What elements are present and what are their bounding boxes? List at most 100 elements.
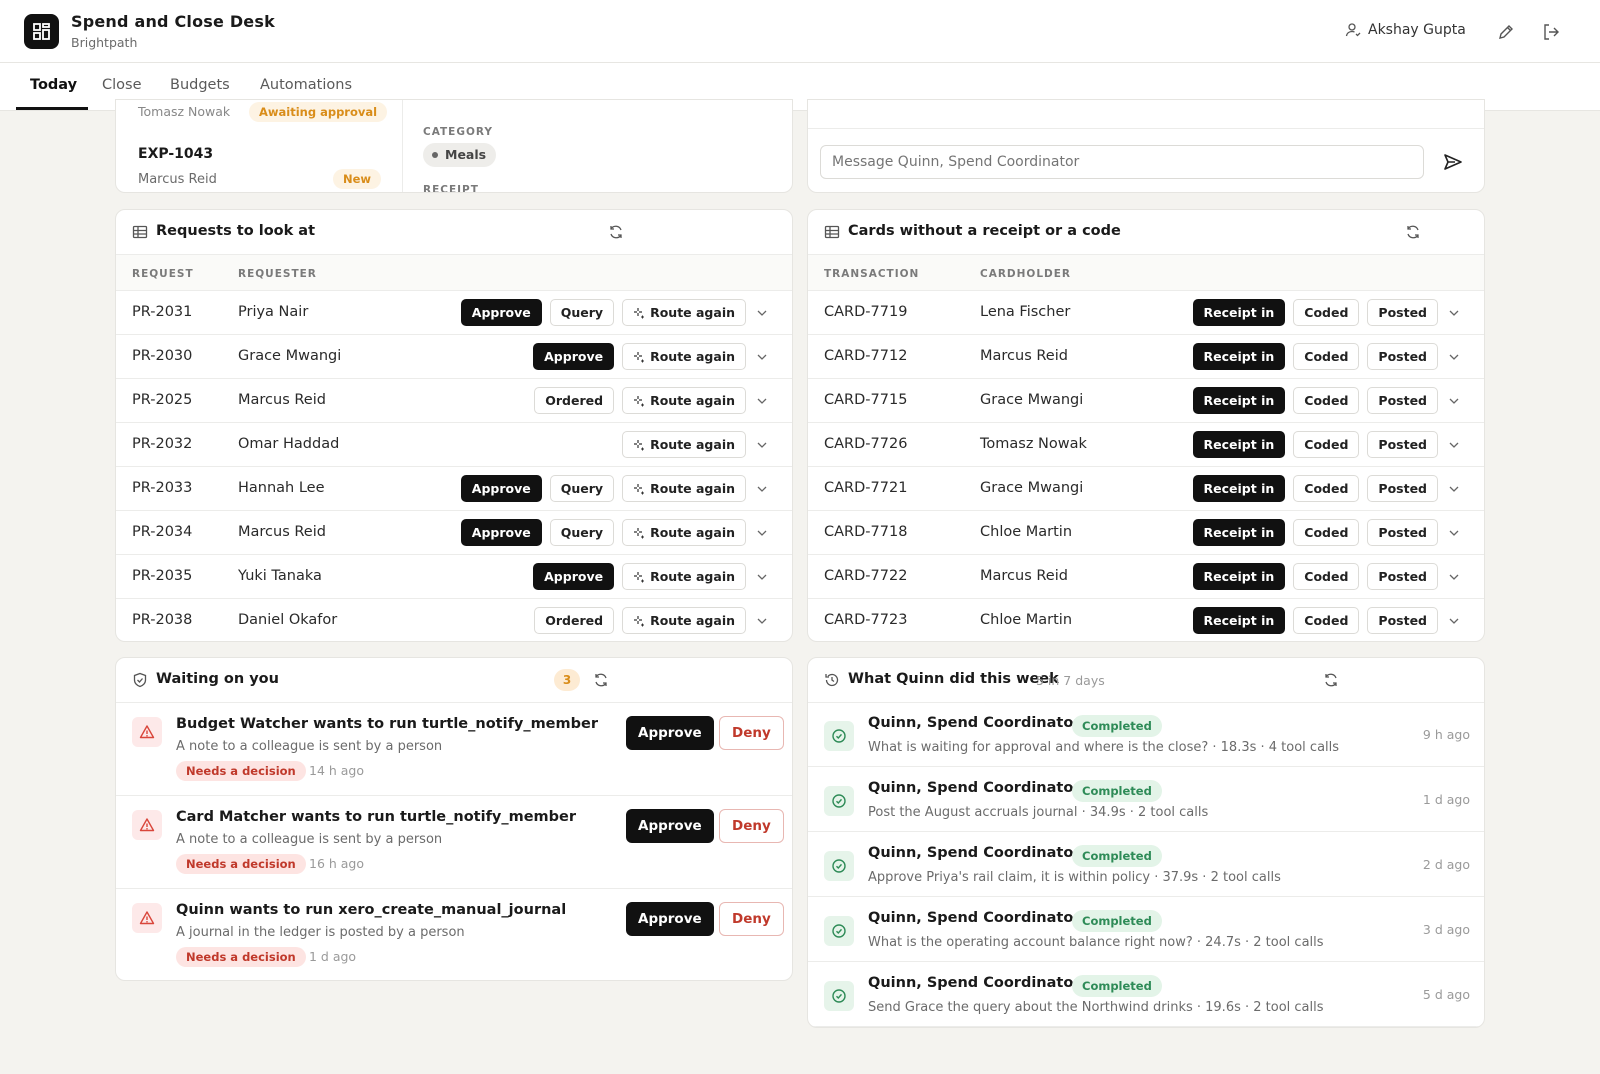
activity-item[interactable]: Quinn, Spend Coordinator Completed What is…: [808, 898, 1484, 962]
chevron-down-icon[interactable]: [1446, 475, 1462, 502]
receipt-in-button[interactable]: Receipt in: [1192, 475, 1286, 502]
refresh-icon[interactable]: [593, 672, 609, 688]
coded-button[interactable]: Coded: [1293, 431, 1360, 458]
tab-close[interactable]: Close: [102, 77, 142, 93]
posted-button[interactable]: Posted: [1367, 475, 1438, 502]
table-row[interactable]: CARD-7712 Marcus Reid Receipt in Coded Poste…: [808, 335, 1484, 379]
route-again-button[interactable]: Route again: [622, 387, 746, 414]
posted-button[interactable]: Posted: [1367, 563, 1438, 590]
route-again-button[interactable]: Route again: [622, 299, 746, 326]
receipt-in-button[interactable]: Receipt in: [1192, 607, 1286, 634]
table-row[interactable]: CARD-7726 Tomasz Nowak Receipt in Coded Post…: [808, 423, 1484, 467]
row-id[interactable]: CARD-7719: [824, 304, 907, 320]
expense-id[interactable]: EXP-1043: [138, 146, 213, 162]
row-id[interactable]: PR-2031: [132, 304, 192, 320]
chevron-down-icon[interactable]: [1446, 343, 1462, 370]
chevron-down-icon[interactable]: [754, 563, 770, 590]
deny-button[interactable]: Deny: [719, 716, 784, 750]
table-row[interactable]: CARD-7723 Chloe Martin Receipt in Coded Post…: [808, 599, 1484, 641]
row-id[interactable]: CARD-7722: [824, 568, 907, 584]
deny-button[interactable]: Deny: [719, 809, 784, 843]
coded-button[interactable]: Coded: [1293, 607, 1360, 634]
table-row[interactable]: PR-2035 Yuki Tanaka Approve Route again: [116, 555, 792, 599]
row-id[interactable]: CARD-7718: [824, 524, 907, 540]
coded-button[interactable]: Coded: [1293, 475, 1360, 502]
user-menu[interactable]: Akshay Gupta: [1345, 22, 1466, 38]
row-id[interactable]: CARD-7721: [824, 480, 907, 496]
table-row[interactable]: PR-2031 Priya Nair Approve Query Route again: [116, 291, 792, 335]
row-id[interactable]: CARD-7723: [824, 612, 907, 628]
activity-item[interactable]: Quinn, Spend Coordinator Completed Post th…: [808, 768, 1484, 832]
receipt-in-button[interactable]: Receipt in: [1192, 563, 1286, 590]
route-again-button[interactable]: Route again: [622, 431, 746, 458]
row-id[interactable]: CARD-7712: [824, 348, 907, 364]
table-row[interactable]: PR-2032 Omar Haddad Route again: [116, 423, 792, 467]
table-row[interactable]: PR-2033 Hannah Lee Approve Query Route again: [116, 467, 792, 511]
table-row[interactable]: CARD-7721 Grace Mwangi Receipt in Coded Post…: [808, 467, 1484, 511]
table-row[interactable]: PR-2025 Marcus Reid Ordered Route again: [116, 379, 792, 423]
table-row[interactable]: PR-2030 Grace Mwangi Approve Route again: [116, 335, 792, 379]
refresh-icon[interactable]: [608, 224, 624, 240]
activity-item[interactable]: Quinn, Spend Coordinator Completed Send Gr…: [808, 963, 1484, 1027]
table-row[interactable]: CARD-7719 Lena Fischer Receipt in Coded Post…: [808, 291, 1484, 335]
query-button[interactable]: Query: [549, 519, 615, 546]
coded-button[interactable]: Coded: [1293, 563, 1360, 590]
tab-automations[interactable]: Automations: [260, 77, 352, 93]
chevron-down-icon[interactable]: [1446, 387, 1462, 414]
tab-budgets[interactable]: Budgets: [170, 77, 230, 93]
row-id[interactable]: PR-2032: [132, 436, 192, 452]
send-icon[interactable]: [1443, 152, 1463, 172]
chevron-down-icon[interactable]: [754, 431, 770, 458]
receipt-in-button[interactable]: Receipt in: [1192, 387, 1286, 414]
row-id[interactable]: PR-2033: [132, 480, 192, 496]
approve-button[interactable]: Approve: [626, 716, 714, 750]
chevron-down-icon[interactable]: [1446, 607, 1462, 634]
approve-button[interactable]: Approve: [460, 299, 542, 326]
posted-button[interactable]: Posted: [1367, 343, 1438, 370]
row-id[interactable]: CARD-7726: [824, 436, 907, 452]
approve-button[interactable]: Approve: [460, 475, 542, 502]
receipt-in-button[interactable]: Receipt in: [1192, 431, 1286, 458]
chevron-down-icon[interactable]: [754, 519, 770, 546]
ordered-button[interactable]: Ordered: [534, 607, 615, 634]
query-button[interactable]: Query: [549, 475, 615, 502]
posted-button[interactable]: Posted: [1367, 299, 1438, 326]
approve-button[interactable]: Approve: [460, 519, 542, 546]
coded-button[interactable]: Coded: [1293, 299, 1360, 326]
coded-button[interactable]: Coded: [1293, 343, 1360, 370]
table-row[interactable]: CARD-7715 Grace Mwangi Receipt in Coded Post…: [808, 379, 1484, 423]
route-again-button[interactable]: Route again: [622, 563, 746, 590]
posted-button[interactable]: Posted: [1367, 519, 1438, 546]
refresh-icon[interactable]: [1323, 672, 1339, 688]
coded-button[interactable]: Coded: [1293, 387, 1360, 414]
row-id[interactable]: CARD-7715: [824, 392, 907, 408]
activity-item[interactable]: Quinn, Spend Coordinator Completed What is…: [808, 703, 1484, 767]
chat-input[interactable]: [820, 145, 1424, 179]
approve-button[interactable]: Approve: [626, 902, 714, 936]
row-id[interactable]: PR-2038: [132, 612, 192, 628]
row-id[interactable]: PR-2025: [132, 392, 192, 408]
row-id[interactable]: PR-2034: [132, 524, 192, 540]
route-again-button[interactable]: Route again: [622, 343, 746, 370]
logout-icon[interactable]: [1541, 22, 1561, 42]
refresh-icon[interactable]: [1405, 224, 1421, 240]
chevron-down-icon[interactable]: [1446, 563, 1462, 590]
chevron-down-icon[interactable]: [754, 387, 770, 414]
chevron-down-icon[interactable]: [754, 299, 770, 326]
activity-item[interactable]: Quinn, Spend Coordinator Completed Approve…: [808, 833, 1484, 897]
table-row[interactable]: CARD-7722 Marcus Reid Receipt in Coded Poste…: [808, 555, 1484, 599]
receipt-in-button[interactable]: Receipt in: [1192, 343, 1286, 370]
route-again-button[interactable]: Route again: [622, 475, 746, 502]
chevron-down-icon[interactable]: [754, 475, 770, 502]
table-row[interactable]: CARD-7718 Chloe Martin Receipt in Coded Post…: [808, 511, 1484, 555]
chevron-down-icon[interactable]: [754, 607, 770, 634]
table-row[interactable]: PR-2034 Marcus Reid Approve Query Route agai…: [116, 511, 792, 555]
chevron-down-icon[interactable]: [1446, 299, 1462, 326]
approve-button[interactable]: Approve: [626, 809, 714, 843]
approve-button[interactable]: Approve: [533, 343, 615, 370]
posted-button[interactable]: Posted: [1367, 607, 1438, 634]
edit-icon[interactable]: [1496, 22, 1516, 42]
receipt-in-button[interactable]: Receipt in: [1192, 519, 1286, 546]
chevron-down-icon[interactable]: [1446, 519, 1462, 546]
receipt-in-button[interactable]: Receipt in: [1192, 299, 1286, 326]
